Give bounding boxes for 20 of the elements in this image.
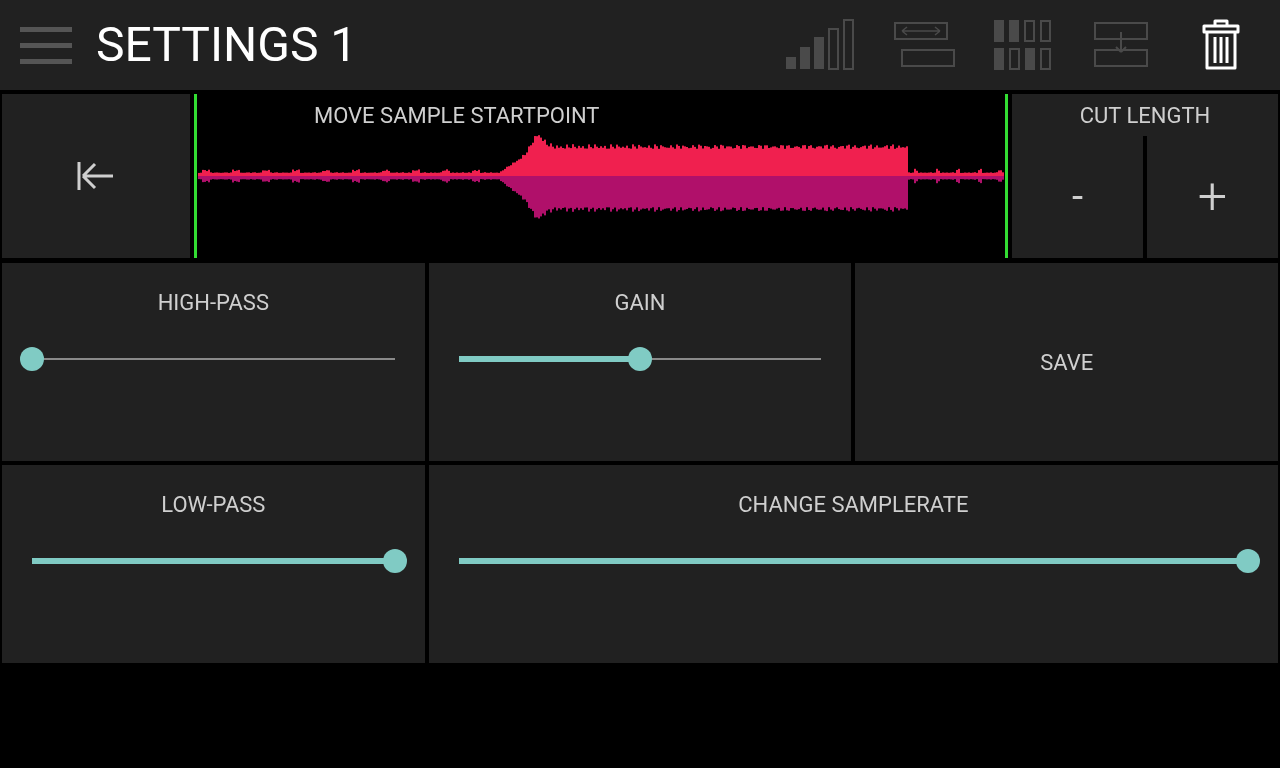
end-marker[interactable] [1005, 94, 1008, 258]
waveform-title: MOVE SAMPLE STARTPOINT [314, 102, 600, 130]
start-marker[interactable] [194, 94, 197, 258]
trash-icon[interactable] [1202, 19, 1240, 71]
page-title: SETTINGS 1 [96, 21, 358, 69]
slider-thumb[interactable] [382, 549, 407, 573]
arrow-to-start-icon [77, 161, 115, 191]
slider-thumb[interactable] [628, 347, 652, 371]
decrease-button[interactable]: - [1012, 136, 1143, 258]
slider-thumb[interactable] [20, 347, 44, 371]
waveform-panel[interactable]: MOVE SAMPLE STARTPOINT [194, 94, 1008, 258]
slider-label: CHANGE SAMPLERATE [738, 491, 969, 519]
slider-thumb[interactable] [1236, 549, 1260, 573]
cut-length-label: CUT LENGTH [1078, 102, 1212, 130]
slider-label: HIGH-PASS [157, 289, 269, 317]
increase-button[interactable]: + [1147, 136, 1278, 258]
slider-label: LOW-PASS [161, 491, 266, 519]
save-button[interactable]: SAVE [855, 263, 1278, 461]
jump-to-start-button[interactable] [2, 94, 190, 258]
slider-label: GAIN [614, 289, 666, 317]
